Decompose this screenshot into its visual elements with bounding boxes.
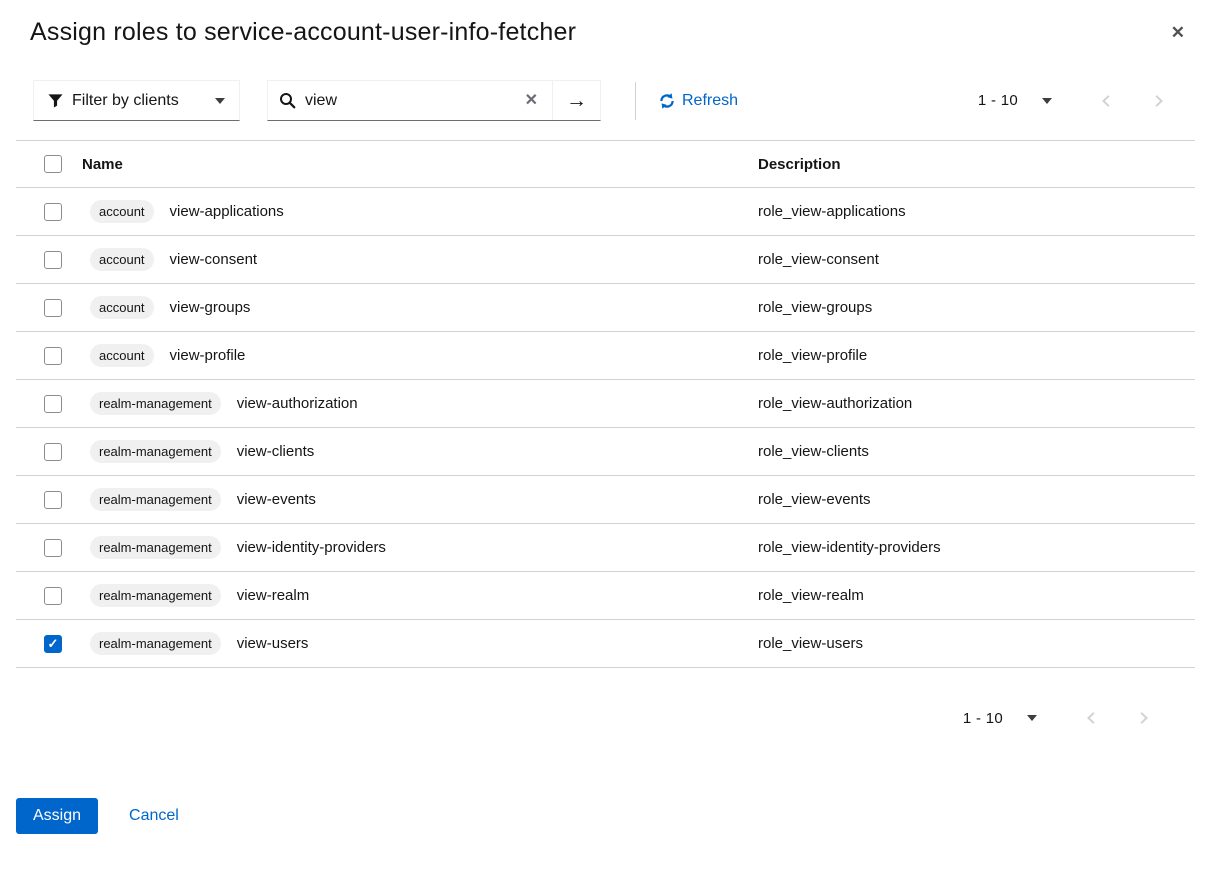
row-checkbox[interactable] [44,539,62,557]
chevron-right-icon [1137,711,1150,725]
column-header-name: Name [82,156,758,173]
role-description: role_view-events [758,491,1195,508]
pagination-menu-toggle[interactable] [1032,92,1062,110]
pagination-top: 1 - 10 [978,84,1180,118]
table-row: account view-profile role_view-profile [16,332,1195,380]
role-name: view-authorization [237,395,358,412]
next-page-button[interactable] [1136,84,1180,118]
table-header-row: Name Description [16,141,1195,188]
row-checkbox[interactable] [44,203,62,221]
client-badge: realm-management [90,584,221,607]
close-icon: ✕ [1171,23,1185,42]
role-name: view-consent [170,251,258,268]
client-badge: account [90,296,154,319]
refresh-label: Refresh [682,92,738,110]
role-description: role_view-realm [758,587,1195,604]
client-badge: account [90,200,154,223]
row-checkbox[interactable] [44,299,62,317]
roles-table: Name Description account view-applicatio… [16,140,1195,668]
select-all-checkbox[interactable] [44,155,62,173]
pagination-range: 1 - 10 [978,92,1018,109]
pagination-bottom: 1 - 10 [0,698,1165,738]
role-name: view-clients [237,443,315,460]
filter-select-label: Filter by clients [72,92,215,110]
table-row: realm-management view-realm role_view-re… [16,572,1195,620]
clear-icon: ✕ [525,92,538,109]
toolbar-divider [635,82,636,120]
clear-search-button[interactable]: ✕ [511,93,552,109]
modal-action-bar: Assign Cancel [16,798,1211,834]
caret-down-icon [1042,98,1052,104]
cancel-button[interactable]: Cancel [129,807,179,825]
close-button[interactable]: ✕ [1165,18,1191,47]
toolbar: Filter by clients ✕ → Refresh [33,80,1180,121]
client-badge: realm-management [90,488,221,511]
modal-header: Assign roles to service-account-user-inf… [0,0,1211,48]
chevron-left-icon [1085,711,1098,725]
filter-icon [48,93,63,108]
search-icon [279,92,296,109]
prev-page-button[interactable] [1069,701,1113,735]
caret-down-icon [215,98,225,104]
client-badge: realm-management [90,632,221,655]
column-header-description: Description [758,156,1195,173]
row-checkbox[interactable] [44,251,62,269]
client-badge: realm-management [90,392,221,415]
refresh-icon [659,93,675,109]
refresh-button[interactable]: Refresh [659,92,738,110]
table-row: realm-management view-identity-providers… [16,524,1195,572]
row-checkbox[interactable] [44,587,62,605]
role-description: role_view-authorization [758,395,1195,412]
caret-down-icon [1027,715,1037,721]
table-row: account view-consent role_view-consent [16,236,1195,284]
filter-by-clients-select[interactable]: Filter by clients [33,80,240,121]
search-input[interactable] [305,92,511,110]
client-badge: account [90,344,154,367]
arrow-right-icon: → [566,89,587,112]
chevron-right-icon [1152,94,1165,108]
table-body: account view-applications role_view-appl… [16,188,1195,668]
page-title: Assign roles to service-account-user-inf… [30,16,1151,48]
role-name: view-profile [170,347,246,364]
row-checkbox[interactable] [44,347,62,365]
table-row: account view-groups role_view-groups [16,284,1195,332]
role-description: role_view-profile [758,347,1195,364]
role-description: role_view-consent [758,251,1195,268]
assign-button[interactable]: Assign [16,798,98,834]
role-name: view-identity-providers [237,539,386,556]
row-checkbox[interactable] [44,395,62,413]
role-description: role_view-groups [758,299,1195,316]
role-description: role_view-identity-providers [758,539,1195,556]
row-checkbox[interactable] [44,635,62,653]
client-badge: realm-management [90,536,221,559]
table-row: realm-management view-clients role_view-… [16,428,1195,476]
table-row: account view-applications role_view-appl… [16,188,1195,236]
assign-roles-modal: Assign roles to service-account-user-inf… [0,0,1211,869]
role-name: view-groups [170,299,251,316]
row-checkbox[interactable] [44,443,62,461]
chevron-left-icon [1100,94,1113,108]
role-description: role_view-users [758,635,1195,652]
role-name: view-applications [170,203,284,220]
search-group: ✕ → [267,80,601,121]
role-description: role_view-applications [758,203,1195,220]
role-description: role_view-clients [758,443,1195,460]
row-checkbox[interactable] [44,491,62,509]
client-badge: account [90,248,154,271]
role-name: view-events [237,491,316,508]
table-row: realm-management view-authorization role… [16,380,1195,428]
prev-page-button[interactable] [1084,84,1128,118]
client-badge: realm-management [90,440,221,463]
role-name: view-users [237,635,309,652]
pagination-menu-toggle[interactable] [1017,709,1047,727]
search-submit-button[interactable]: → [552,81,600,120]
table-row: realm-management view-users role_view-us… [16,620,1195,668]
role-name: view-realm [237,587,310,604]
pagination-range: 1 - 10 [963,710,1003,727]
next-page-button[interactable] [1121,701,1165,735]
table-row: realm-management view-events role_view-e… [16,476,1195,524]
